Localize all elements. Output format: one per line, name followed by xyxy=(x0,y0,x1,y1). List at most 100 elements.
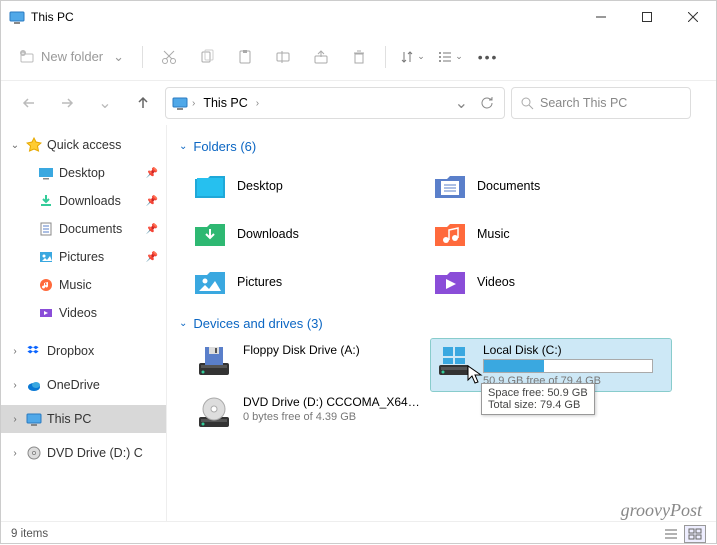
folder-label: Videos xyxy=(477,275,515,289)
sidebar-item-music[interactable]: Music xyxy=(1,271,166,299)
sidebar-item-pictures[interactable]: Pictures📌 xyxy=(1,243,166,271)
forward-button[interactable] xyxy=(51,87,83,119)
chevron-right-icon[interactable]: › xyxy=(256,98,259,109)
refresh-button[interactable] xyxy=(476,96,498,110)
floppy-icon xyxy=(195,343,233,381)
share-button[interactable] xyxy=(303,39,339,75)
drive-item-dvd[interactable]: DVD Drive (D:) CCCOMA_X64FRE_EN-US_DV9 0… xyxy=(191,391,431,437)
chevron-right-icon[interactable]: › xyxy=(9,448,21,459)
documents-folder-icon xyxy=(433,169,467,203)
arrow-right-icon xyxy=(60,96,74,110)
pin-icon: 📌 xyxy=(146,168,158,179)
sidebar-item-label: Downloads xyxy=(59,194,121,208)
new-folder-icon: + xyxy=(19,49,35,65)
cut-button[interactable] xyxy=(151,39,187,75)
drive-sub: 0 bytes free of 4.39 GB xyxy=(243,411,427,423)
folder-item-documents[interactable]: Documents xyxy=(431,162,671,210)
address-history-button[interactable]: ⌄ xyxy=(451,93,472,113)
minimize-button[interactable] xyxy=(578,1,624,33)
details-view-button[interactable] xyxy=(660,525,682,543)
more-button[interactable]: ••• xyxy=(470,39,506,75)
chevron-right-icon[interactable]: › xyxy=(9,380,21,391)
group-header-drives[interactable]: ⌄ Devices and drives (3) xyxy=(179,316,704,331)
delete-button[interactable] xyxy=(341,39,377,75)
chevron-down-icon[interactable]: ⌄ xyxy=(9,140,21,151)
status-items: 9 items xyxy=(11,528,48,540)
ellipsis-icon: ••• xyxy=(478,49,499,65)
folder-item-downloads[interactable]: Downloads xyxy=(191,210,431,258)
folder-item-music[interactable]: Music xyxy=(431,210,671,258)
folder-item-videos[interactable]: Videos xyxy=(431,258,671,306)
drive-progress xyxy=(483,359,653,373)
desktop-icon xyxy=(37,164,55,182)
downloads-icon xyxy=(37,192,55,210)
folder-label: Documents xyxy=(477,179,540,193)
drive-name: Floppy Disk Drive (A:) xyxy=(243,343,423,357)
main-area: ⌄ Quick access Desktop 📌 Downloads📌 Docum… xyxy=(1,125,716,521)
share-icon xyxy=(313,49,329,65)
chevron-right-icon[interactable]: › xyxy=(192,98,195,109)
titlebar: This PC xyxy=(1,1,716,33)
dvd-drive-icon xyxy=(195,395,233,433)
pictures-folder-icon xyxy=(193,265,227,299)
address-bar[interactable]: › This PC › ⌄ xyxy=(165,87,505,119)
tiles-view-button[interactable] xyxy=(684,525,706,543)
sidebar-item-dvd[interactable]: › DVD Drive (D:) C xyxy=(1,439,166,467)
disc-icon xyxy=(25,444,43,462)
up-button[interactable] xyxy=(127,87,159,119)
sidebar-item-desktop[interactable]: Desktop 📌 xyxy=(1,159,166,187)
videos-folder-icon xyxy=(433,265,467,299)
sidebar-item-this-pc[interactable]: › This PC xyxy=(1,405,166,433)
paste-icon xyxy=(237,49,253,65)
folder-item-pictures[interactable]: Pictures xyxy=(191,258,431,306)
search-input[interactable]: Search This PC xyxy=(511,87,691,119)
maximize-button[interactable] xyxy=(624,1,670,33)
dropbox-icon xyxy=(25,342,43,360)
scissors-icon xyxy=(161,49,177,65)
this-pc-icon xyxy=(172,95,188,111)
sidebar-item-label: Desktop xyxy=(59,166,105,180)
this-pc-icon xyxy=(25,410,43,428)
sidebar-item-documents[interactable]: Documents📌 xyxy=(1,215,166,243)
drive-name: DVD Drive (D:) CCCOMA_X64FRE_EN-US_DV9 xyxy=(243,395,423,409)
sidebar-quick-access[interactable]: ⌄ Quick access xyxy=(1,131,166,159)
arrow-up-icon xyxy=(136,96,150,110)
group-header-folders[interactable]: ⌄ Folders (6) xyxy=(179,139,704,154)
sidebar-item-onedrive[interactable]: › OneDrive xyxy=(1,371,166,399)
drive-item-floppy[interactable]: Floppy Disk Drive (A:) xyxy=(191,339,431,391)
chevron-down-icon: ⌄ xyxy=(98,93,111,113)
back-button[interactable] xyxy=(13,87,45,119)
breadcrumb[interactable]: This PC xyxy=(199,94,251,112)
sidebar-item-label: Pictures xyxy=(59,250,104,264)
sidebar-item-label: OneDrive xyxy=(47,378,100,392)
new-folder-label: New folder xyxy=(41,49,103,64)
chevron-right-icon[interactable]: › xyxy=(9,346,21,357)
sidebar-item-label: Videos xyxy=(59,306,97,320)
sidebar-item-dropbox[interactable]: › Dropbox xyxy=(1,337,166,365)
onedrive-icon xyxy=(25,376,43,394)
rename-button[interactable] xyxy=(265,39,301,75)
chevron-down-icon: ⌄ xyxy=(113,49,124,65)
copy-icon xyxy=(199,49,215,65)
navbar: ⌄ › This PC › ⌄ Search This PC xyxy=(1,81,716,125)
view-button[interactable]: ⌄ xyxy=(432,39,468,75)
sort-button[interactable]: ⌄ xyxy=(394,39,430,75)
chevron-right-icon[interactable]: › xyxy=(9,414,21,425)
folder-label: Desktop xyxy=(237,179,283,193)
sidebar-item-downloads[interactable]: Downloads📌 xyxy=(1,187,166,215)
copy-button[interactable] xyxy=(189,39,225,75)
view-icon xyxy=(437,49,453,65)
sidebar: ⌄ Quick access Desktop 📌 Downloads📌 Docum… xyxy=(1,125,167,521)
folder-item-desktop[interactable]: Desktop xyxy=(191,162,431,210)
new-folder-button[interactable]: + New folder ⌄ xyxy=(9,41,134,73)
paste-button[interactable] xyxy=(227,39,263,75)
tiles-icon xyxy=(688,528,702,540)
music-icon xyxy=(37,276,55,294)
sidebar-item-videos[interactable]: Videos xyxy=(1,299,166,327)
recent-button[interactable]: ⌄ xyxy=(89,87,121,119)
close-button[interactable] xyxy=(670,1,716,33)
this-pc-icon xyxy=(9,9,25,25)
refresh-icon xyxy=(480,96,494,110)
windows-drive-icon xyxy=(435,343,473,381)
group-title: Devices and drives (3) xyxy=(193,316,322,331)
